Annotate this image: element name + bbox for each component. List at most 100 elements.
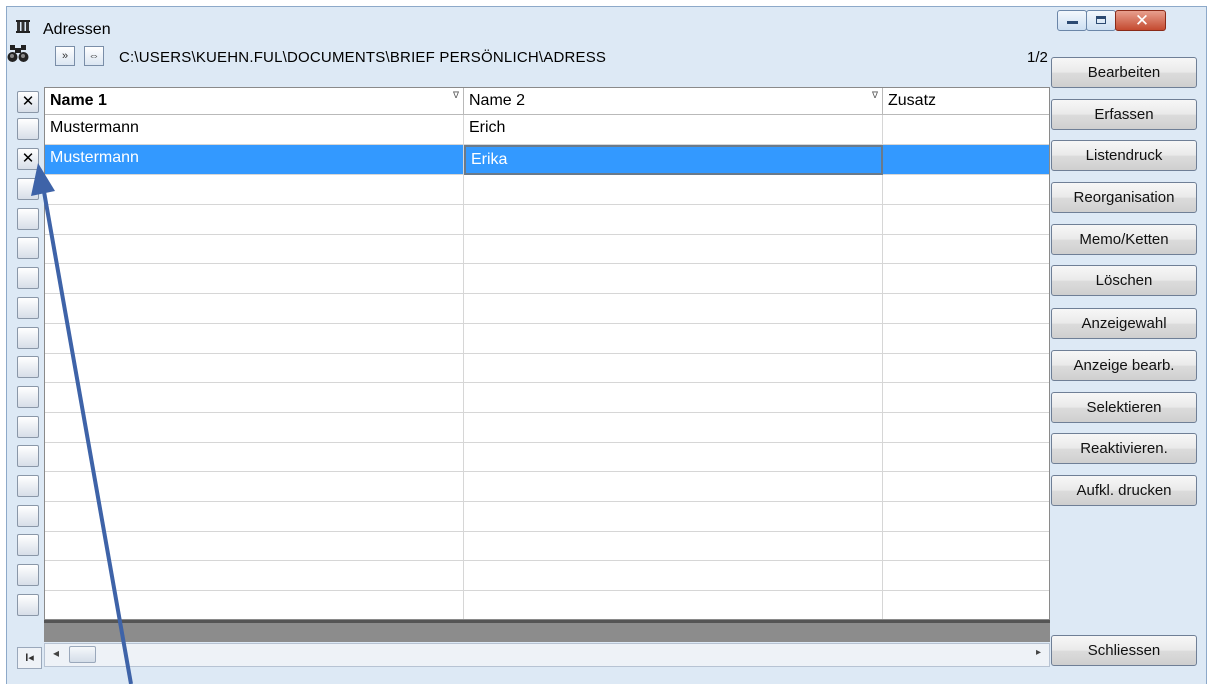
table-cell[interactable] xyxy=(464,234,883,265)
row-selector[interactable] xyxy=(17,415,39,438)
table-cell[interactable] xyxy=(45,293,464,324)
table-cell[interactable] xyxy=(464,175,883,205)
table-row[interactable] xyxy=(45,531,1049,562)
first-record-button[interactable]: I◂ xyxy=(17,647,42,669)
reactivate-button[interactable]: Reaktivieren. xyxy=(1051,433,1197,464)
link-button[interactable]: ⇔ xyxy=(84,46,104,66)
table-cell[interactable] xyxy=(464,561,883,592)
table-cell[interactable] xyxy=(45,323,464,354)
table-cell[interactable] xyxy=(883,353,1049,383)
scroll-left-icon[interactable]: ◂ xyxy=(53,646,59,660)
table-cell[interactable]: Mustermann xyxy=(45,115,464,145)
row-selector[interactable] xyxy=(17,237,39,260)
table-row[interactable] xyxy=(45,175,1049,205)
column-header-name1[interactable]: Name 1 ∇ xyxy=(45,88,464,115)
table-cell[interactable] xyxy=(45,204,464,235)
table-cell[interactable]: Erich xyxy=(464,115,883,145)
table-cell[interactable] xyxy=(883,472,1049,502)
binoculars-icon[interactable] xyxy=(7,44,29,64)
row-selector[interactable] xyxy=(17,504,39,527)
scroll-right-icon[interactable]: ▸ xyxy=(1036,647,1041,658)
reorganize-button[interactable]: Reorganisation xyxy=(1051,182,1197,213)
table-row[interactable] xyxy=(45,472,1049,502)
row-selector[interactable] xyxy=(17,326,39,349)
display-choice-button[interactable]: Anzeigewahl xyxy=(1051,308,1197,339)
table-cell[interactable] xyxy=(883,383,1049,413)
row-selector[interactable] xyxy=(17,178,39,200)
table-cell[interactable] xyxy=(883,115,1049,145)
table-cell[interactable] xyxy=(45,442,464,473)
row-selector[interactable] xyxy=(17,118,39,140)
table-row[interactable] xyxy=(45,264,1049,295)
table-cell[interactable] xyxy=(45,561,464,592)
table-cell[interactable] xyxy=(464,323,883,354)
edit-button[interactable]: Bearbeiten xyxy=(1051,57,1197,88)
table-cell[interactable] xyxy=(464,442,883,473)
minimize-button[interactable] xyxy=(1057,10,1087,31)
table-cell[interactable] xyxy=(45,472,464,502)
print-labels-button[interactable]: Aufkl. drucken xyxy=(1051,475,1197,506)
table-cell[interactable] xyxy=(464,382,883,413)
table-cell[interactable] xyxy=(45,264,464,295)
table-row[interactable] xyxy=(45,234,1049,265)
table-cell[interactable] xyxy=(464,204,883,235)
table-cell[interactable] xyxy=(45,382,464,413)
maximize-button[interactable] xyxy=(1086,10,1116,31)
table-row[interactable] xyxy=(45,204,1049,235)
table-cell[interactable] xyxy=(883,502,1049,532)
row-selector[interactable] xyxy=(17,445,39,468)
table-cell[interactable] xyxy=(464,293,883,324)
table-cell[interactable] xyxy=(883,591,1049,619)
delete-button[interactable]: Löschen xyxy=(1051,265,1197,296)
row-selector[interactable] xyxy=(17,593,39,616)
table-cell[interactable] xyxy=(883,324,1049,354)
table-row-selected[interactable]: Mustermann Erika xyxy=(45,145,1049,175)
table-row[interactable] xyxy=(45,412,1049,443)
row-selector[interactable] xyxy=(17,356,39,379)
table-cell[interactable] xyxy=(883,531,1049,561)
table-row[interactable] xyxy=(45,382,1049,413)
add-button[interactable]: Erfassen xyxy=(1051,99,1197,130)
table-cell[interactable] xyxy=(883,264,1049,294)
table-row[interactable] xyxy=(45,442,1049,473)
column-header-zusatz[interactable]: Zusatz xyxy=(883,88,1049,115)
row-selector[interactable]: ✕ xyxy=(17,148,39,170)
table-cell[interactable] xyxy=(464,264,883,295)
table-cell-focused[interactable]: Erika xyxy=(464,145,883,175)
table-cell[interactable] xyxy=(883,175,1049,205)
table-row[interactable] xyxy=(45,323,1049,354)
row-selector[interactable] xyxy=(17,564,39,587)
edit-display-button[interactable]: Anzeige bearb. xyxy=(1051,350,1197,381)
table-cell[interactable] xyxy=(464,472,883,502)
table-row[interactable]: Mustermann Erich xyxy=(45,115,1049,145)
table-cell[interactable] xyxy=(45,353,464,384)
next-button[interactable]: » xyxy=(55,46,75,66)
table-cell[interactable] xyxy=(883,234,1049,264)
table-cell[interactable]: Mustermann xyxy=(45,145,464,175)
table-row[interactable] xyxy=(45,501,1049,532)
table-cell[interactable] xyxy=(45,234,464,265)
row-selector[interactable] xyxy=(17,385,39,408)
table-cell[interactable] xyxy=(883,561,1049,591)
table-row[interactable] xyxy=(45,353,1049,384)
memo-chains-button[interactable]: Memo/Ketten xyxy=(1051,224,1197,255)
scrollbar-thumb[interactable] xyxy=(69,646,96,663)
table-cell[interactable] xyxy=(45,531,464,562)
select-button[interactable]: Selektieren xyxy=(1051,392,1197,423)
table-cell[interactable] xyxy=(883,442,1049,472)
table-cell[interactable] xyxy=(464,531,883,562)
close-button[interactable]: Schliessen xyxy=(1051,635,1197,666)
table-cell[interactable] xyxy=(45,175,464,205)
row-selector[interactable] xyxy=(17,296,39,319)
select-all-checkbox[interactable]: ✕ xyxy=(17,91,39,113)
table-cell[interactable] xyxy=(45,501,464,532)
table-row[interactable] xyxy=(45,293,1049,324)
table-cell[interactable] xyxy=(464,590,883,619)
table-cell[interactable] xyxy=(883,413,1049,443)
table-cell[interactable] xyxy=(45,590,464,619)
table-cell[interactable] xyxy=(883,145,1049,175)
close-window-button[interactable]: ✕ xyxy=(1115,10,1166,31)
row-selector[interactable] xyxy=(17,534,39,557)
table-cell[interactable] xyxy=(464,501,883,532)
row-selector[interactable] xyxy=(17,267,39,290)
